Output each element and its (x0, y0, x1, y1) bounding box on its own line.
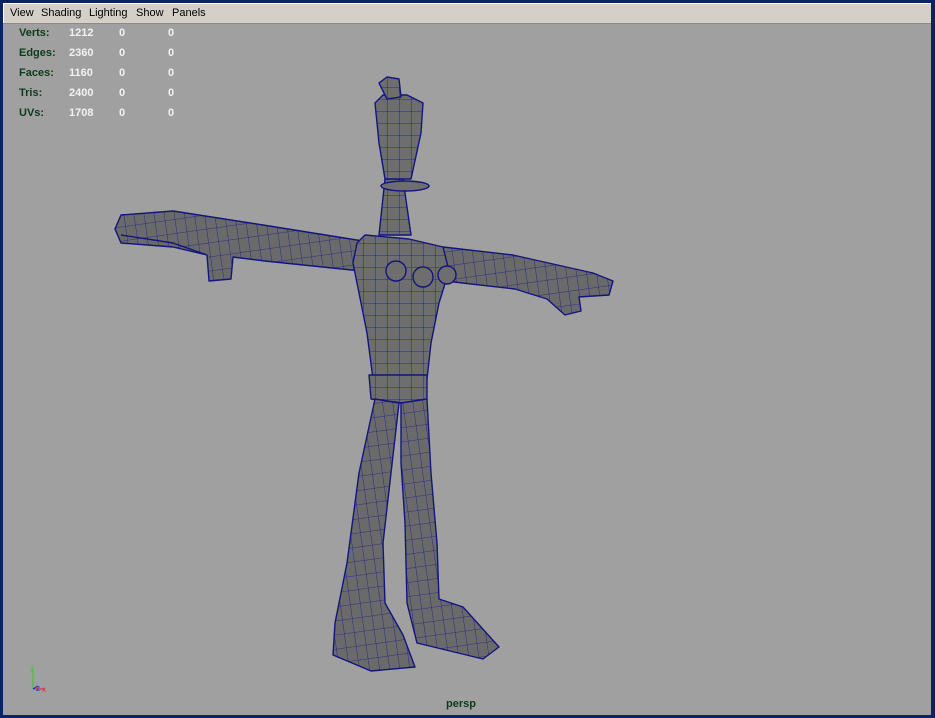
camera-name-label: persp (446, 698, 476, 710)
hud-value: 0 (168, 87, 175, 99)
hud-value: 0 (119, 87, 126, 99)
axis-y-label: y (30, 663, 34, 672)
viewport-panel[interactable]: View Shading Lighting Show Panels Verts:… (3, 3, 931, 715)
hud-value: 0 (168, 67, 175, 79)
hud-value: 0 (119, 107, 126, 119)
hud-value: 2360 (69, 47, 94, 59)
axis-x-label: x (42, 685, 46, 694)
hud-value: 0 (119, 47, 126, 59)
hud-value: 0 (119, 27, 126, 39)
hud-value: 1160 (69, 67, 93, 79)
hud-value: 1708 (69, 107, 94, 119)
hud-value: 0 (168, 47, 175, 59)
hud-row-faces: Faces: 1160 0 0 (19, 67, 219, 81)
hud-row-uvs: UVs: 1708 0 0 (19, 107, 219, 121)
hud-row-edges: Edges: 2360 0 0 (19, 47, 219, 61)
hud-value: 0 (168, 27, 175, 39)
axis-z-label: z (36, 684, 40, 693)
view-axis-gizmo: y z x (30, 663, 46, 694)
hud-value: 0 (168, 107, 175, 119)
hud-value: 0 (119, 67, 126, 79)
hud-label: Edges: (19, 47, 56, 59)
hud-label: UVs: (19, 107, 45, 119)
hud-row-tris: Tris: 2400 0 0 (19, 87, 219, 101)
hud-label: Faces: (19, 67, 54, 79)
hud-row-verts: Verts: 1212 0 0 (19, 27, 219, 41)
hud-value: 1212 (69, 27, 94, 39)
hud-value: 2400 (69, 87, 94, 99)
hud-label: Verts: (19, 27, 50, 39)
hud-label: Tris: (19, 87, 43, 99)
